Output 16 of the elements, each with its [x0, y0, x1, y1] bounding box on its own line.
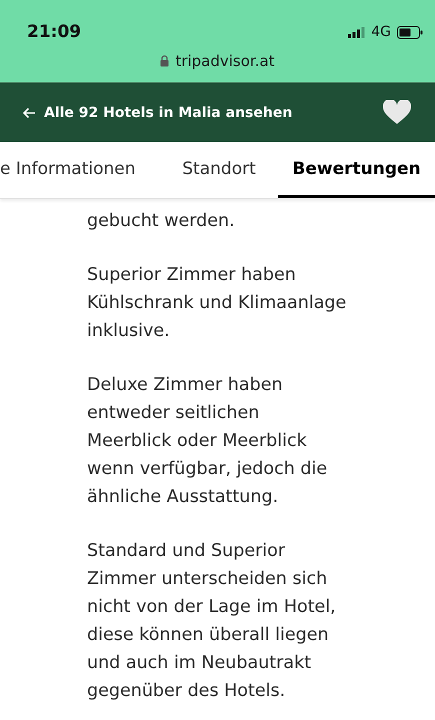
signal-icon [348, 26, 366, 38]
tab[interactable]: Standort [160, 142, 278, 198]
paragraph: Standard und Superior Zimmer unterscheiden sich nicht von der Lage im Hotel, diese können überall liegen und auch im Neubautrakt gegenüber des Hotels. [87, 540, 337, 703]
network-type: 4G [371, 24, 391, 40]
tab[interactable]: e Informationen [0, 142, 160, 198]
heart-icon[interactable] [383, 100, 411, 125]
paragraph: Superior Zimmer haben Kühlschrank und Klimaanlage inklusive. [87, 264, 348, 343]
paragraph: gebucht werden. [87, 210, 236, 233]
back-link[interactable]: Alle 92 Hotels in Malia ansehen [22, 104, 292, 120]
paragraph: Deluxe Zimmer haben entweder seitlichen Meerblick oder Meerblick wenn verfügbar, jedoch die ähnliche Ausstattung. [87, 374, 328, 509]
lock-icon [160, 55, 170, 67]
back-arrow-icon [22, 106, 36, 118]
battery-icon [397, 26, 423, 38]
address-url[interactable]: tripadvisor.at [175, 52, 275, 70]
status-time: 21:09 [27, 22, 82, 42]
tab[interactable]: Bewertungen [278, 142, 435, 198]
